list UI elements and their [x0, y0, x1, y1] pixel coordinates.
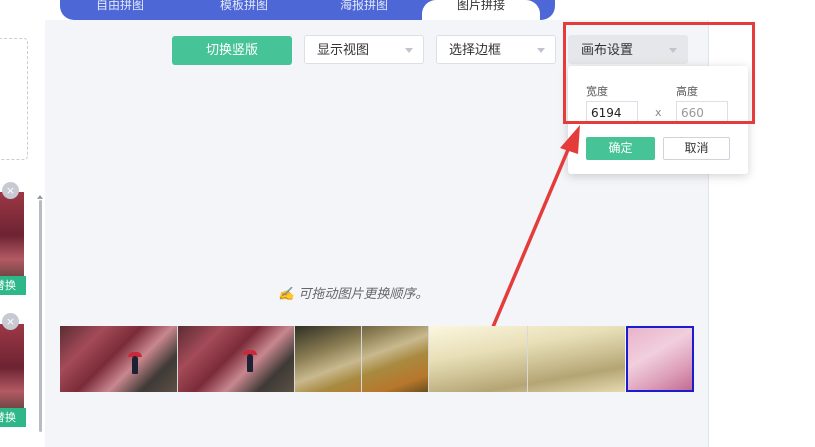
stitched-image[interactable]	[178, 326, 294, 392]
stitched-image[interactable]	[60, 326, 177, 392]
image-divider	[527, 326, 528, 392]
stitched-image-strip	[60, 326, 694, 392]
drag-hint-icon: ✍	[278, 287, 299, 302]
person-figure	[247, 354, 253, 372]
drag-hint: ✍ 可拖动图片更换顺序。	[278, 283, 428, 302]
image-divider	[294, 326, 295, 392]
image-divider	[428, 326, 429, 392]
image-divider	[361, 326, 362, 392]
image-divider	[177, 326, 178, 392]
stitched-image-selected[interactable]	[626, 326, 694, 392]
drag-hint-text: 可拖动图片更换顺序。	[298, 287, 429, 302]
person-figure	[132, 356, 138, 374]
